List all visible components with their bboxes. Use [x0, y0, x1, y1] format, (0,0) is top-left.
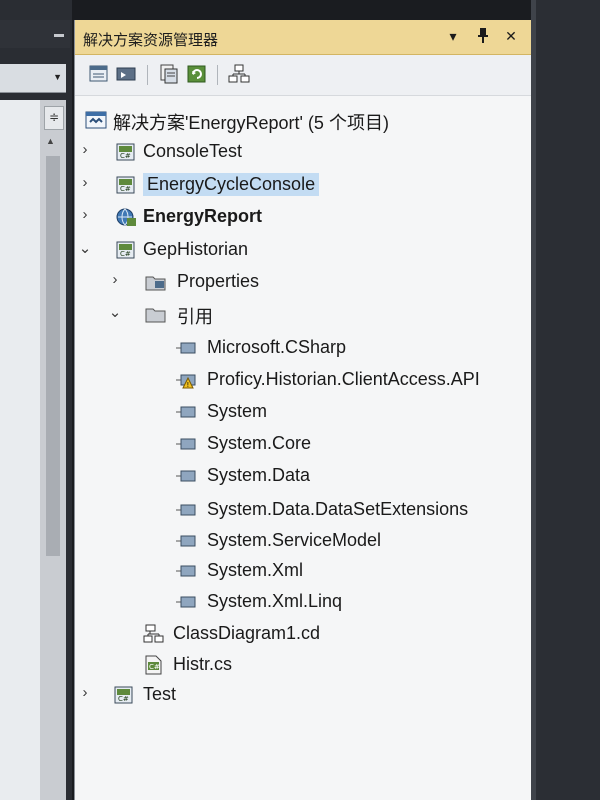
- solution-explorer-panel: 解决方案资源管理器 ▾ ✕ 解决方案'EnergyReport' (5 个项目)…: [74, 20, 531, 800]
- csharp-project-icon: C#: [115, 142, 137, 162]
- svg-text:C#: C#: [120, 185, 131, 193]
- csharp-file-icon: C#: [143, 655, 165, 675]
- svg-text:C#: C#: [118, 695, 129, 703]
- collapse-arrow-icon[interactable]: ⌄: [77, 239, 93, 257]
- properties-icon[interactable]: [87, 63, 111, 85]
- reference-label: System.Data.DataSetExtensions: [207, 499, 469, 519]
- solution-icon: [85, 110, 107, 130]
- reference-label: System.ServiceModel: [207, 530, 382, 550]
- folder-label: 引用: [177, 307, 213, 327]
- toolbar-separator: [147, 65, 148, 85]
- tree-node-reference[interactable]: System: [75, 398, 531, 426]
- window-position-dropdown-icon[interactable]: ▾: [443, 26, 463, 46]
- panel-title-bar[interactable]: 解决方案资源管理器 ▾ ✕: [75, 20, 531, 55]
- svg-text:C#: C#: [149, 663, 160, 671]
- csharp-project-icon: C#: [115, 175, 137, 195]
- class-diagram-icon[interactable]: [227, 63, 251, 85]
- properties-folder-icon: [145, 272, 167, 292]
- code-editor-surface[interactable]: [0, 100, 40, 800]
- reference-warning-icon: !: [175, 370, 197, 390]
- tree-node-project[interactable]: › C# ConsoleTest: [75, 138, 531, 166]
- reference-label: System.Core: [207, 433, 312, 453]
- reference-icon: [175, 531, 197, 551]
- tree-node-file[interactable]: C# Histr.cs: [75, 651, 531, 679]
- file-label: Histr.cs: [173, 654, 233, 674]
- csharp-project-icon: C#: [115, 240, 137, 260]
- web-project-icon: [115, 207, 137, 227]
- reference-label: System: [207, 401, 268, 421]
- scrollbar-thumb[interactable]: [46, 156, 60, 556]
- tree-node-reference[interactable]: System.ServiceModel: [75, 527, 531, 555]
- project-label: EnergyCycleConsole: [143, 173, 320, 196]
- svg-text:C#: C#: [120, 250, 131, 258]
- reference-icon: [175, 561, 197, 581]
- scroll-up-icon[interactable]: ▲: [46, 136, 55, 146]
- tree-node-references[interactable]: ⌄ 引用: [75, 300, 531, 328]
- file-label: ClassDiagram1.cd: [173, 623, 321, 643]
- reference-label: Proficy.Historian.ClientAccess.API: [207, 369, 480, 389]
- expand-arrow-icon[interactable]: ›: [77, 174, 93, 191]
- panel-border: [531, 0, 536, 800]
- tree-node-project-expanded[interactable]: ⌄ C# GepHistorian: [75, 236, 531, 264]
- svg-text:C#: C#: [120, 152, 131, 160]
- show-all-files-icon[interactable]: [115, 63, 139, 85]
- tree-node-solution[interactable]: 解决方案'EnergyReport' (5 个项目): [75, 106, 531, 134]
- expand-arrow-icon[interactable]: ›: [107, 271, 123, 288]
- tab-dropdown-icon[interactable]: ▬: [54, 29, 64, 40]
- project-label: Test: [143, 684, 177, 704]
- project-label: ConsoleTest: [143, 141, 243, 161]
- project-label: GepHistorian: [143, 239, 249, 259]
- expand-arrow-icon[interactable]: ›: [77, 141, 93, 158]
- split-handle-icon[interactable]: ≑: [44, 106, 64, 130]
- tree-node-reference[interactable]: System.Core: [75, 430, 531, 458]
- auto-hide-pin-icon[interactable]: [473, 26, 493, 46]
- project-label: EnergyReport: [143, 206, 263, 226]
- toolbar-separator: [217, 65, 218, 85]
- chevron-down-icon[interactable]: ▼: [53, 72, 62, 82]
- svg-text:!: !: [187, 381, 190, 389]
- references-folder-icon: [145, 304, 167, 324]
- tree-node-reference[interactable]: System.Data: [75, 462, 531, 490]
- reference-icon: [175, 592, 197, 612]
- close-icon[interactable]: ✕: [501, 26, 521, 46]
- reference-label: System.Data: [207, 465, 311, 485]
- tree-node-startup-project[interactable]: › EnergyReport: [75, 203, 531, 231]
- tree-node-reference[interactable]: System.Xml: [75, 557, 531, 585]
- folder-label: Properties: [177, 271, 260, 291]
- editor-tab-strip: ▬: [0, 20, 70, 48]
- reference-icon: [175, 500, 197, 520]
- tree-node-reference[interactable]: System.Xml.Linq: [75, 588, 531, 616]
- editor-pane: ▬ ▼ ≑ ▲: [0, 0, 72, 800]
- explorer-toolbar: [75, 55, 531, 96]
- csharp-project-icon: C#: [113, 685, 135, 705]
- reference-icon: [175, 402, 197, 422]
- tree-node-file[interactable]: ClassDiagram1.cd: [75, 620, 531, 648]
- reference-icon: [175, 434, 197, 454]
- refresh-icon[interactable]: [185, 63, 209, 85]
- solution-label: 解决方案'EnergyReport' (5 个项目): [113, 113, 389, 133]
- desktop-background: [531, 0, 600, 800]
- tree-node-reference[interactable]: ! Proficy.Historian.ClientAccess.API: [75, 366, 531, 394]
- reference-icon: [175, 466, 197, 486]
- tree-node-reference[interactable]: Microsoft.CSharp: [75, 334, 531, 362]
- solution-tree: 解决方案'EnergyReport' (5 个项目) › C# ConsoleT…: [75, 98, 531, 798]
- reference-icon: [175, 338, 197, 358]
- panel-title: 解决方案资源管理器: [83, 32, 219, 49]
- class-diagram-file-icon: [143, 624, 165, 644]
- reference-label: System.Xml: [207, 560, 304, 580]
- tree-node-reference[interactable]: System.Data.DataSetExtensions: [75, 496, 531, 524]
- view-code-icon[interactable]: [157, 63, 181, 85]
- reference-label: Microsoft.CSharp: [207, 337, 347, 357]
- tree-node-project[interactable]: › C# Test: [75, 681, 531, 709]
- reference-label: System.Xml.Linq: [207, 591, 343, 611]
- tree-node-project-selected[interactable]: › C# EnergyCycleConsole: [75, 171, 531, 199]
- expand-arrow-icon[interactable]: ›: [77, 206, 93, 223]
- navigation-dropdown[interactable]: ▼: [0, 64, 66, 93]
- tree-node-properties[interactable]: › Properties: [75, 268, 531, 296]
- collapse-arrow-icon[interactable]: ⌄: [107, 303, 123, 321]
- editor-vertical-scrollbar[interactable]: ≑ ▲: [40, 100, 66, 800]
- expand-arrow-icon[interactable]: ›: [77, 684, 93, 701]
